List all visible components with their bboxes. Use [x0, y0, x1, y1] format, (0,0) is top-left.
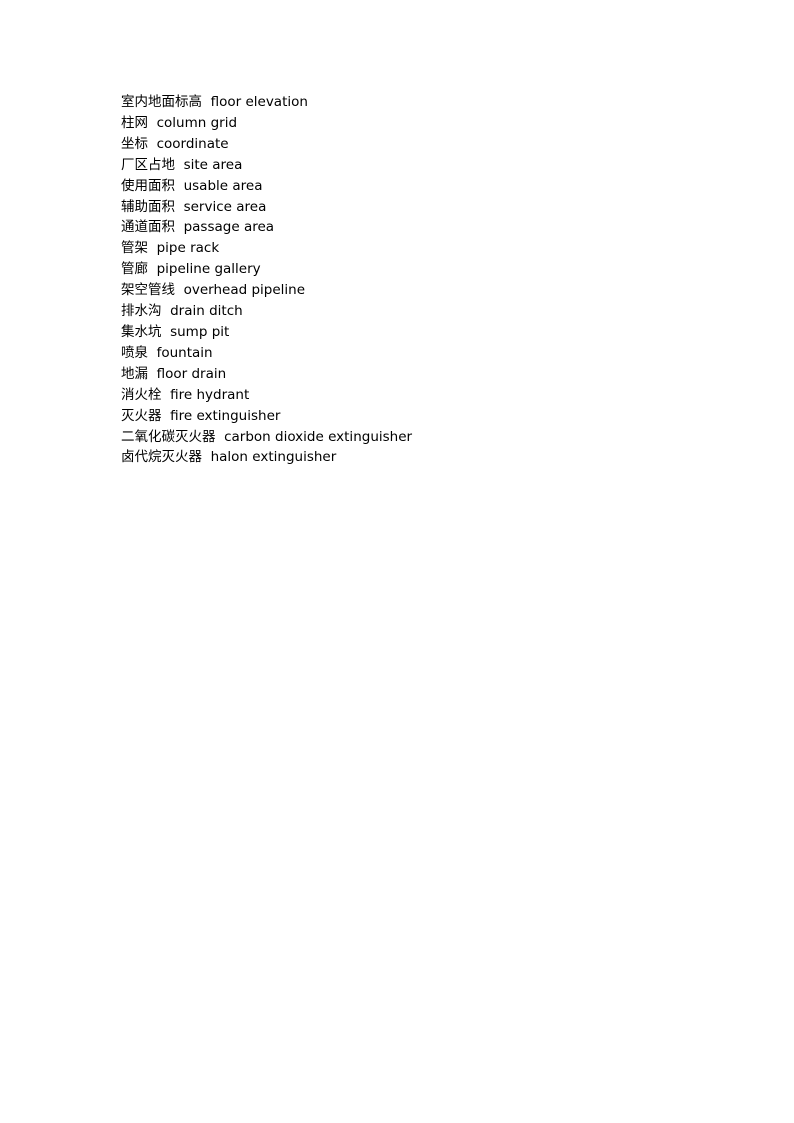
glossary-term-separator	[175, 219, 184, 235]
glossary-term-english: fire extinguisher	[170, 407, 281, 424]
glossary-term-separator	[148, 366, 157, 382]
glossary-entry: 集水坑 sump pit	[121, 322, 721, 343]
glossary-term-english: coordinate	[156, 135, 229, 152]
glossary-term-english: carbon dioxide extinguisher	[224, 428, 413, 445]
glossary-term-separator	[202, 449, 211, 465]
glossary-entry: 柱网 column grid	[121, 113, 721, 134]
glossary-term-separator	[175, 178, 184, 194]
glossary-term-english: pipeline gallery	[156, 261, 261, 278]
bilingual-glossary-list: 室内地面标高 floor elevation 柱网 column grid 坐标 c…	[121, 92, 721, 468]
glossary-term-separator	[148, 240, 157, 256]
glossary-term-chinese: 通道面积	[121, 219, 175, 236]
glossary-term-english: usable area	[183, 177, 263, 194]
glossary-term-separator	[202, 94, 211, 110]
glossary-term-english: floor elevation	[210, 94, 308, 110]
glossary-term-chinese: 使用面积	[121, 177, 175, 194]
glossary-entry: 室内地面标高 floor elevation	[121, 92, 721, 113]
glossary-term-chinese: 柱网	[121, 114, 148, 131]
glossary-term-chinese: 灭火器	[121, 407, 162, 424]
glossary-term-english: fire hydrant	[170, 386, 250, 403]
glossary-entry: 管廊 pipeline gallery	[121, 259, 721, 280]
glossary-term-chinese: 坐标	[121, 135, 148, 152]
glossary-term-chinese: 消火栓	[121, 386, 162, 403]
glossary-term-english: floor drain	[156, 365, 227, 382]
glossary-term-separator	[148, 136, 157, 152]
glossary-term-separator	[148, 345, 157, 361]
glossary-term-separator	[175, 157, 184, 173]
glossary-term-english: halon extinguisher	[210, 449, 337, 466]
glossary-term-separator	[162, 408, 171, 424]
glossary-term-chinese: 管廊	[121, 261, 148, 278]
glossary-term-english: pipe rack	[156, 240, 220, 257]
glossary-entry: 二氧化碳灭火器 carbon dioxide extinguisher	[121, 427, 721, 448]
glossary-entry: 排水沟 drain ditch	[121, 301, 721, 322]
glossary-term-separator	[162, 387, 171, 403]
glossary-term-separator	[175, 199, 184, 215]
glossary-term-chinese: 管架	[121, 240, 148, 257]
glossary-term-english: site area	[183, 156, 243, 173]
glossary-term-separator	[162, 303, 171, 319]
glossary-term-chinese: 地漏	[121, 365, 148, 382]
glossary-term-chinese: 辅助面积	[121, 198, 175, 215]
glossary-term-english: fountain	[156, 344, 213, 361]
glossary-term-separator	[148, 115, 157, 131]
glossary-term-english: passage area	[183, 219, 275, 236]
glossary-term-english: drain ditch	[170, 303, 243, 320]
glossary-term-separator	[162, 324, 171, 340]
glossary-term-chinese: 室内地面标高	[121, 94, 202, 110]
glossary-term-chinese: 集水坑	[121, 323, 162, 340]
glossary-entry: 喷泉 fountain	[121, 343, 721, 364]
glossary-entry: 坐标 coordinate	[121, 134, 721, 155]
glossary-term-chinese: 排水沟	[121, 303, 162, 320]
glossary-entry: 消火栓 fire hydrant	[121, 385, 721, 406]
glossary-term-separator	[148, 261, 157, 277]
glossary-entry: 厂区占地 site area	[121, 155, 721, 176]
glossary-entry: 辅助面积 service area	[121, 197, 721, 218]
glossary-term-chinese: 二氧化碳灭火器	[121, 428, 216, 445]
glossary-term-chinese: 卤代烷灭火器	[121, 449, 202, 466]
glossary-term-chinese: 厂区占地	[121, 156, 175, 173]
glossary-entry: 管架 pipe rack	[121, 238, 721, 259]
glossary-entry: 地漏 floor drain	[121, 364, 721, 385]
glossary-term-english: service area	[183, 198, 267, 215]
glossary-entry: 架空管线 overhead pipeline	[121, 280, 721, 301]
glossary-term-english: column grid	[156, 114, 238, 131]
glossary-term-chinese: 喷泉	[121, 344, 148, 361]
glossary-term-separator	[216, 429, 225, 445]
glossary-term-english: sump pit	[170, 323, 230, 340]
glossary-term-english: overhead pipeline	[183, 282, 306, 299]
glossary-entry: 通道面积 passage area	[121, 217, 721, 238]
glossary-entry: 使用面积 usable area	[121, 176, 721, 197]
glossary-entry: 卤代烷灭火器 halon extinguisher	[121, 447, 721, 468]
glossary-term-chinese: 架空管线	[121, 282, 175, 299]
document-page: 室内地面标高 floor elevation 柱网 column grid 坐标 c…	[0, 0, 794, 1123]
glossary-entry: 灭火器 fire extinguisher	[121, 406, 721, 427]
glossary-term-separator	[175, 282, 184, 298]
